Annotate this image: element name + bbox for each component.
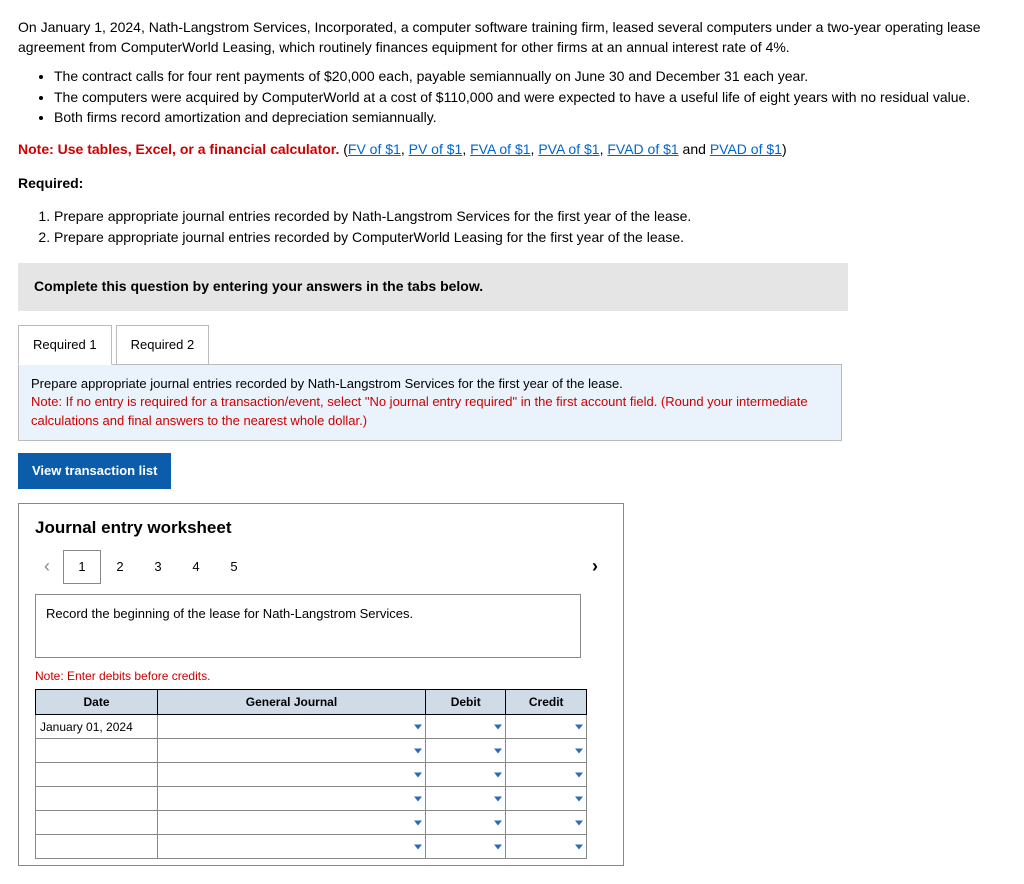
debits-before-credits-note: Note: Enter debits before credits. [35, 668, 607, 685]
step-tab-4[interactable]: 4 [177, 552, 215, 582]
journal-entry-table: Date General Journal Debit Credit Januar… [35, 689, 587, 860]
link-pvad[interactable]: PVAD of $1 [710, 141, 782, 157]
problem-intro: On January 1, 2024, Nath-Langstrom Servi… [18, 18, 1006, 57]
header-general-journal: General Journal [157, 689, 425, 715]
cell-credit-6[interactable] [506, 835, 587, 859]
cell-account-6[interactable] [157, 835, 425, 859]
tab-required-1[interactable]: Required 1 [18, 325, 112, 365]
cell-credit-1[interactable] [506, 715, 587, 739]
step-tab-2[interactable]: 2 [101, 552, 139, 582]
link-fvad[interactable]: FVAD of $1 [607, 141, 678, 157]
cell-credit-3[interactable] [506, 763, 587, 787]
note-red-text: Note: Use tables, Excel, or a financial … [18, 141, 343, 157]
instruction-main: Prepare appropriate journal entries reco… [31, 375, 829, 393]
cell-date-4[interactable] [36, 787, 158, 811]
cell-debit-2[interactable] [425, 739, 505, 763]
tab-required-2[interactable]: Required 2 [116, 325, 210, 365]
bullet-2: The computers were acquired by ComputerW… [54, 88, 1006, 108]
required-label: Required: [18, 174, 1006, 194]
journal-entry-worksheet: Journal entry worksheet ‹ 1 2 3 4 5 › Re… [18, 503, 624, 867]
header-date: Date [36, 689, 158, 715]
record-prompt: Record the beginning of the lease for Na… [35, 594, 581, 658]
link-pv[interactable]: PV of $1 [409, 141, 463, 157]
cell-date-5[interactable] [36, 811, 158, 835]
cell-debit-4[interactable] [425, 787, 505, 811]
step-tab-3[interactable]: 3 [139, 552, 177, 582]
required-2: Prepare appropriate journal entries reco… [54, 228, 1006, 248]
calculator-note: Note: Use tables, Excel, or a financial … [18, 140, 1006, 160]
step-tab-1[interactable]: 1 [63, 550, 101, 584]
cell-credit-2[interactable] [506, 739, 587, 763]
cell-account-5[interactable] [157, 811, 425, 835]
cell-date-1[interactable]: January 01, 2024 [36, 715, 158, 739]
required-1: Prepare appropriate journal entries reco… [54, 207, 1006, 227]
cell-date-2[interactable] [36, 739, 158, 763]
cell-date-6[interactable] [36, 835, 158, 859]
header-credit: Credit [506, 689, 587, 715]
worksheet-title: Journal entry worksheet [35, 516, 607, 540]
cell-debit-6[interactable] [425, 835, 505, 859]
view-transaction-list-button[interactable]: View transaction list [18, 453, 171, 489]
link-pva[interactable]: PVA of $1 [538, 141, 599, 157]
tabs-row: Required 1 Required 2 [18, 325, 1006, 365]
chevron-right-icon[interactable]: › [583, 554, 607, 579]
required-list: Prepare appropriate journal entries reco… [18, 207, 1006, 247]
link-fva[interactable]: FVA of $1 [470, 141, 530, 157]
instruction-note: Note: If no entry is required for a tran… [31, 393, 829, 429]
bullet-3: Both firms record amortization and depre… [54, 108, 1006, 128]
cell-credit-4[interactable] [506, 787, 587, 811]
bullet-1: The contract calls for four rent payment… [54, 67, 1006, 87]
problem-bullets: The contract calls for four rent payment… [18, 67, 1006, 128]
header-debit: Debit [425, 689, 505, 715]
cell-debit-5[interactable] [425, 811, 505, 835]
chevron-left-icon[interactable]: ‹ [35, 554, 59, 579]
cell-account-2[interactable] [157, 739, 425, 763]
step-tab-5[interactable]: 5 [215, 552, 253, 582]
cell-account-3[interactable] [157, 763, 425, 787]
complete-banner: Complete this question by entering your … [18, 263, 848, 311]
worksheet-nav: ‹ 1 2 3 4 5 › [35, 550, 607, 584]
cell-date-3[interactable] [36, 763, 158, 787]
cell-account-4[interactable] [157, 787, 425, 811]
cell-debit-1[interactable] [425, 715, 505, 739]
instruction-box: Prepare appropriate journal entries reco… [18, 364, 842, 441]
cell-account-1[interactable] [157, 715, 425, 739]
cell-debit-3[interactable] [425, 763, 505, 787]
link-fv[interactable]: FV of $1 [348, 141, 401, 157]
cell-credit-5[interactable] [506, 811, 587, 835]
